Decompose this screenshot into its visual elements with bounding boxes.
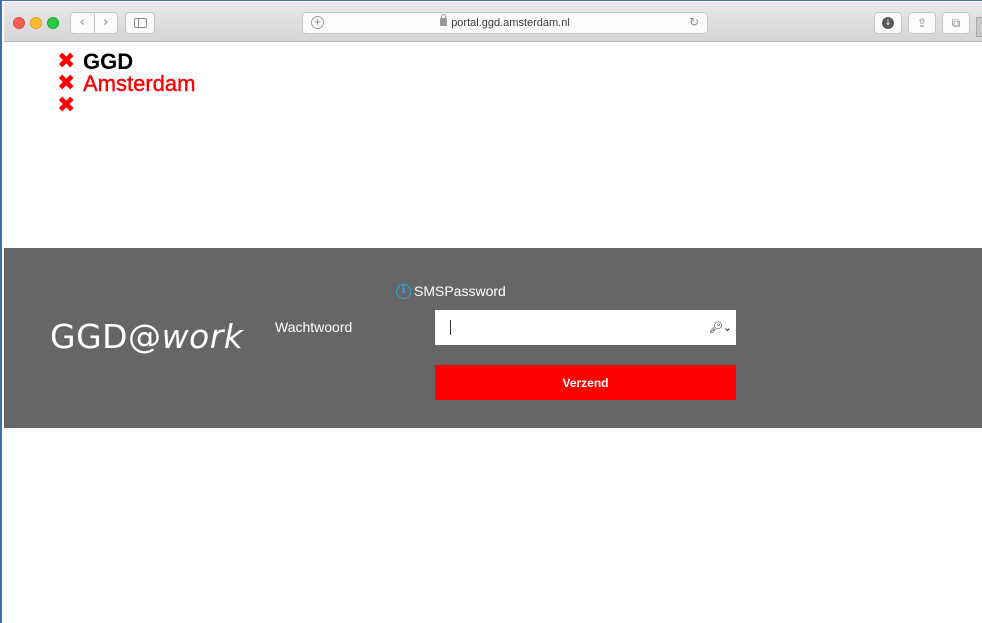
submit-button[interactable]: Verzend <box>435 365 736 400</box>
sidebar-toggle-button[interactable] <box>125 12 155 34</box>
logo-row: ✖ <box>57 95 195 117</box>
tabs-icon: ⧉ <box>951 15 961 30</box>
close-window-button[interactable] <box>13 17 25 29</box>
auth-method: i SMSPassword <box>396 283 506 299</box>
address-bar[interactable]: + portal.ggd.amsterdam.nl ↻ <box>302 12 708 34</box>
sidebar-icon <box>133 18 147 28</box>
fullscreen-window-button[interactable] <box>47 17 59 29</box>
brand-suffix: work <box>161 317 244 356</box>
brand-title: GGD@work <box>50 317 243 356</box>
chevron-left-icon[interactable]: ‹ <box>71 13 94 33</box>
reload-icon[interactable]: ↻ <box>689 15 699 29</box>
login-band: GGD@work i SMSPassword Wachtwoord 🔑︎⌄ Ve… <box>4 248 982 428</box>
ggd-amsterdam-logo: ✖ GGD ✖ Amsterdam ✖ <box>57 51 196 117</box>
download-icon: ↓ <box>882 17 894 29</box>
auth-method-label: SMSPassword <box>414 283 506 299</box>
cross-icon: ✖ <box>57 93 76 118</box>
cross-icon: ✖ <box>57 49 76 74</box>
tabs-button[interactable]: ⧉ <box>942 12 970 34</box>
logo-line-2: Amsterdam <box>83 71 196 96</box>
navigation-buttons: ‹ › <box>70 12 118 34</box>
logo-line-1: GGD <box>83 49 134 74</box>
password-input[interactable]: 🔑︎⌄ <box>435 310 736 345</box>
minimize-window-button[interactable] <box>30 17 42 29</box>
browser-window: ‹ › + portal.ggd.amsterdam.nl ↻ ↓ ⇪ ⧉ ✖ … <box>0 0 982 623</box>
logo-row: ✖ GGD <box>57 51 195 73</box>
password-label: Wachtwoord <box>275 319 353 335</box>
cross-icon: ✖ <box>57 71 76 96</box>
info-icon[interactable]: i <box>396 283 411 299</box>
url-display[interactable]: portal.ggd.amsterdam.nl <box>303 14 707 29</box>
share-icon: ⇪ <box>916 16 928 30</box>
url-text: portal.ggd.amsterdam.nl <box>451 17 570 29</box>
downloads-button[interactable]: ↓ <box>874 12 902 34</box>
browser-toolbar: ‹ › + portal.ggd.amsterdam.nl ↻ ↓ ⇪ ⧉ <box>4 2 982 42</box>
lock-icon <box>440 14 448 26</box>
key-icon[interactable]: 🔑︎⌄ <box>709 321 732 334</box>
logo-row: ✖ Amsterdam <box>57 71 196 96</box>
text-caret <box>450 320 451 335</box>
toolbar-overflow <box>976 17 982 37</box>
chevron-right-icon[interactable]: › <box>95 13 118 33</box>
share-button[interactable]: ⇪ <box>908 12 936 34</box>
brand-prefix: GGD@ <box>50 317 162 356</box>
